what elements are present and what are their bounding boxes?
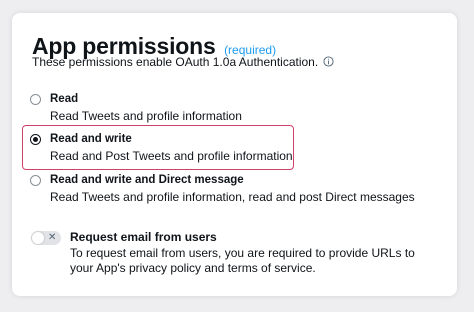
- option-read-write-label: Read and write: [50, 133, 132, 145]
- request-email-toggle[interactable]: ✕: [31, 231, 61, 245]
- subtitle-text: These permissions enable OAuth 1.0a Auth…: [32, 55, 319, 69]
- info-icon[interactable]: [322, 56, 334, 67]
- option-read-label: Read: [50, 93, 79, 105]
- option-read-write-dm-label: Read and write and Direct message: [50, 174, 244, 186]
- option-read-write-description: Read and Post Tweets and profile informa…: [50, 149, 293, 163]
- request-email-description: To request email from users, you are req…: [70, 246, 415, 275]
- toggle-knob: [32, 232, 44, 244]
- option-read-write-dm-description: Read Tweets and profile information, rea…: [50, 190, 415, 204]
- selected-option-highlight: [22, 125, 294, 170]
- request-email-label: Request email from users: [70, 230, 217, 244]
- close-icon: ✕: [48, 232, 57, 243]
- radio-read-write-dm[interactable]: [30, 175, 41, 186]
- radio-read-write[interactable]: [30, 134, 41, 145]
- radio-read[interactable]: [30, 94, 41, 105]
- app-permissions-card: App permissions (required) These permiss…: [12, 13, 457, 296]
- permissions-subtitle: These permissions enable OAuth 1.0a Auth…: [32, 55, 334, 69]
- option-read-description: Read Tweets and profile information: [50, 109, 242, 123]
